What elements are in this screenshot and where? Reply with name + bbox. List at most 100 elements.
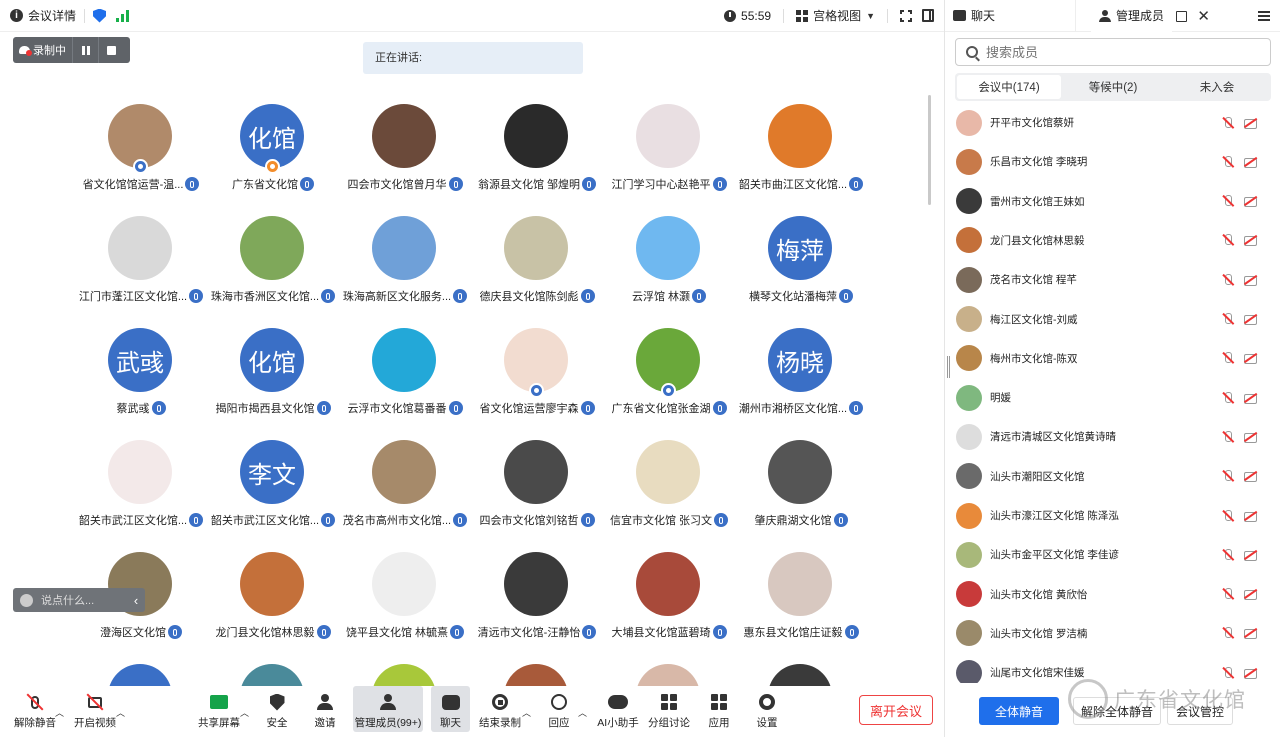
participant-tile[interactable]: 武彧 蔡武彧 (75, 328, 207, 428)
camera-off-icon[interactable] (1243, 509, 1257, 523)
member-row[interactable]: 雷州市文化馆王妹如 (945, 182, 1280, 221)
participant-tile[interactable]: 江门学习中心赵艳平 (603, 104, 735, 204)
participant-tile[interactable]: 韶关市武江区文化馆... (75, 440, 207, 540)
grid-scrollbar[interactable] (928, 95, 931, 205)
participant-tile[interactable]: 李文 韶关市武江区文化馆... (207, 440, 339, 540)
mic-muted-icon[interactable] (1221, 391, 1235, 405)
chevron-left-icon[interactable]: ‹ (127, 593, 145, 608)
participant-tile[interactable]: 省文化馆馆运营-温... (75, 104, 207, 204)
participant-tile[interactable]: 四会市文化馆曾月华 (339, 104, 471, 204)
mic-muted-icon[interactable] (1221, 116, 1235, 130)
participant-tile[interactable] (207, 664, 339, 686)
participant-tile[interactable]: 云浮馆 林灏 (603, 216, 735, 316)
leave-meeting-button[interactable]: 离开会议 (859, 695, 933, 725)
member-row[interactable]: 龙门县文化馆林思毅 (945, 221, 1280, 260)
member-row[interactable]: 开平市文化馆蔡妍 (945, 103, 1280, 142)
meeting-control-button[interactable]: 会议管控 (1167, 697, 1233, 725)
quick-chat-input[interactable]: 说点什么... ‹ (13, 588, 145, 612)
security-button[interactable]: 安全 (262, 686, 292, 732)
tab-manage-members[interactable]: 管理成员 (1091, 0, 1173, 32)
settings-button[interactable]: 设置 (754, 686, 780, 732)
participant-tile[interactable]: 茂名市高州市文化馆... (339, 440, 471, 540)
breakout-button[interactable]: 分组讨论 (648, 686, 690, 732)
camera-off-icon[interactable] (1243, 626, 1257, 640)
participant-tile[interactable]: 珠海市香洲区文化馆... (207, 216, 339, 316)
tab-chat[interactable]: 聊天 (945, 0, 1003, 32)
member-search[interactable] (955, 38, 1271, 66)
participant-tile[interactable]: 化馆 广东省文化馆 (207, 104, 339, 204)
camera-off-icon[interactable] (1243, 194, 1257, 208)
participant-tile[interactable] (603, 664, 735, 686)
participant-tile[interactable]: 翁源县文化馆 邹煌明 (471, 104, 603, 204)
mic-muted-icon[interactable] (1221, 312, 1235, 326)
mic-muted-icon[interactable] (1221, 666, 1235, 680)
chevron-up-icon[interactable]: ︿ (116, 706, 125, 719)
meeting-info-button[interactable]: i 会议详情 (0, 7, 76, 24)
apps-button[interactable]: 应用 (706, 686, 732, 732)
participant-tile[interactable]: 珠海高新区文化服务... (339, 216, 471, 316)
participant-tile[interactable]: 德庆县文化馆陈剑彪 (471, 216, 603, 316)
camera-off-icon[interactable] (1243, 430, 1257, 444)
camera-off-icon[interactable] (1243, 391, 1257, 405)
participant-tile[interactable]: 饶平县文化馆 林毓熹 (339, 552, 471, 652)
ai-assistant-button[interactable]: AI小助手 (596, 686, 640, 732)
mic-muted-icon[interactable] (1221, 509, 1235, 523)
participant-tile[interactable]: 化馆 揭阳市揭西县文化馆 (207, 328, 339, 428)
member-row[interactable]: 汕头市文化馆 罗洁楠 (945, 614, 1280, 653)
chat-button[interactable]: 聊天 (431, 686, 470, 732)
participant-tile[interactable]: 肇庆鼎湖文化馆 (735, 440, 867, 540)
mic-muted-icon[interactable] (1221, 194, 1235, 208)
participant-tile[interactable]: 省文化馆运营廖宇森 (471, 328, 603, 428)
participant-tile[interactable]: 江门市蓬江区文化馆... (75, 216, 207, 316)
end-recording-button[interactable]: 结束录制 (478, 686, 522, 732)
tab-in-meeting[interactable]: 会议中(174) (957, 75, 1061, 99)
participant-tile[interactable]: 惠东县文化馆庄证毅 (735, 552, 867, 652)
unmute-button[interactable]: 解除静音 (13, 686, 57, 732)
close-icon[interactable]: ✕ (1197, 9, 1210, 24)
panel-resize-handle[interactable] (947, 356, 950, 378)
participant-tile[interactable] (735, 664, 867, 686)
member-row[interactable]: 明媛 (945, 378, 1280, 417)
camera-off-icon[interactable] (1243, 116, 1257, 130)
member-row[interactable]: 汕头市潮阳区文化馆 (945, 457, 1280, 496)
mic-muted-icon[interactable] (1221, 351, 1235, 365)
camera-off-icon[interactable] (1243, 273, 1257, 287)
participant-tile[interactable]: 韶关市曲江区文化馆... (735, 104, 867, 204)
reactions-button[interactable]: 回应 (544, 686, 574, 732)
manage-members-button[interactable]: 管理成员(99+) (353, 686, 423, 732)
participant-tile[interactable]: 四会市文化馆刘铭哲 (471, 440, 603, 540)
pause-recording-button[interactable] (72, 37, 98, 63)
menu-icon[interactable] (1258, 11, 1270, 21)
participant-tile[interactable]: 杨晓 潮州市湘桥区文化馆... (735, 328, 867, 428)
participant-tile[interactable]: 清远市文化馆-汪静怡 (471, 552, 603, 652)
participant-tile[interactable]: 广东省文化馆张金湖 (603, 328, 735, 428)
mic-muted-icon[interactable] (1221, 587, 1235, 601)
participant-tile[interactable]: 梅萍 横琴文化站潘梅萍 (735, 216, 867, 316)
mic-muted-icon[interactable] (1221, 273, 1235, 287)
participant-tile[interactable] (75, 664, 207, 686)
mic-muted-icon[interactable] (1221, 626, 1235, 640)
chevron-up-icon[interactable]: ︿ (522, 706, 531, 719)
stop-recording-button[interactable] (98, 37, 124, 63)
participant-tile[interactable] (339, 664, 471, 686)
camera-off-icon[interactable] (1243, 548, 1257, 562)
recording-status[interactable]: 录制中 (13, 37, 72, 63)
start-video-button[interactable]: 开启视频 (72, 686, 118, 732)
member-row[interactable]: 乐昌市文化馆 李晓玥 (945, 142, 1280, 181)
member-row[interactable]: 清远市清城区文化馆黄诗晴 (945, 417, 1280, 456)
camera-off-icon[interactable] (1243, 587, 1257, 601)
camera-off-icon[interactable] (1243, 666, 1257, 680)
participant-tile[interactable] (471, 664, 603, 686)
network-signal-icon[interactable] (116, 9, 130, 22)
member-row[interactable]: 汕尾市文化馆宋佳媛 (945, 653, 1280, 683)
mic-muted-icon[interactable] (1221, 469, 1235, 483)
camera-off-icon[interactable] (1243, 155, 1257, 169)
layout-panel-icon[interactable] (922, 9, 934, 22)
mic-muted-icon[interactable] (1221, 548, 1235, 562)
pop-out-icon[interactable] (1176, 10, 1188, 22)
camera-off-icon[interactable] (1243, 312, 1257, 326)
emoji-icon[interactable] (20, 593, 33, 607)
participant-tile[interactable]: 信宜市文化馆 张习文 (603, 440, 735, 540)
unmute-all-button[interactable]: 解除全体静音 (1073, 697, 1161, 725)
member-row[interactable]: 汕头市濠江区文化馆 陈泽泓 (945, 496, 1280, 535)
